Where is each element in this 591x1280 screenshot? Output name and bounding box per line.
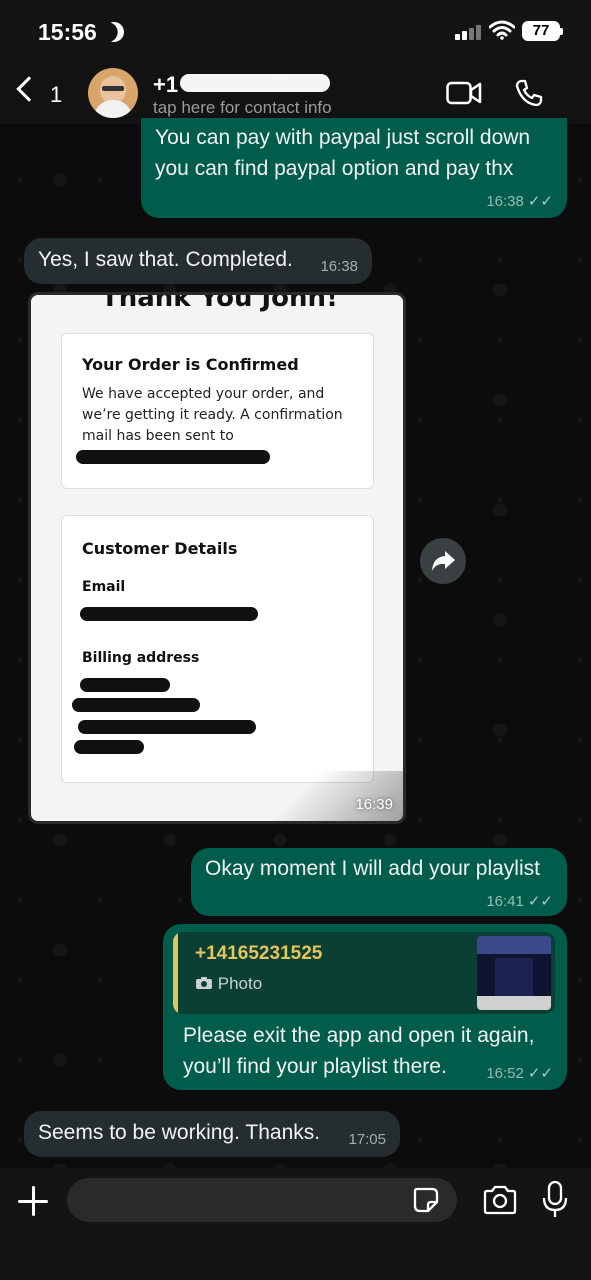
phone-call-icon[interactable]: [514, 78, 544, 108]
status-bar: 15:56 77: [0, 0, 591, 62]
microphone-icon[interactable]: [540, 1180, 570, 1220]
back-button[interactable]: 1: [14, 76, 66, 110]
name-redaction: [180, 74, 330, 92]
image-heading: Thank You John!: [101, 292, 338, 313]
unread-count: 1: [50, 82, 63, 107]
order-text: we’re getting it ready. A confirmation: [82, 407, 343, 423]
message-time: 16:39: [355, 796, 393, 813]
read-receipt-icon: ✓✓: [527, 893, 553, 910]
image-message[interactable]: Thank You John! Your Order is Confirmed …: [28, 292, 406, 824]
message-text: you can find paypal option and pay thx: [155, 157, 514, 180]
message-text: you’ll find your playlist there.: [183, 1055, 447, 1078]
customer-title: Customer Details: [82, 539, 238, 558]
camera-icon[interactable]: [482, 1184, 518, 1216]
wifi-icon: [489, 20, 515, 40]
message-text: Okay moment I will add your playlist: [205, 857, 540, 880]
redacted-email: [80, 607, 258, 621]
redacted-address: [72, 698, 200, 712]
camera-small-icon: [196, 977, 212, 989]
contact-name[interactable]: +1: [153, 72, 178, 98]
forward-button[interactable]: [420, 538, 466, 584]
redacted-address: [80, 678, 170, 692]
redacted-address: [74, 740, 144, 754]
redacted-email: [76, 450, 270, 464]
quoted-thumbnail: [477, 936, 551, 1010]
message-time: 17:05: [348, 1131, 386, 1148]
message-time: 16:38: [320, 258, 358, 275]
message-text: You can pay with paypal just scroll down: [155, 126, 531, 149]
message-text: Please exit the app and open it again,: [183, 1024, 535, 1047]
billing-label: Billing address: [82, 650, 200, 666]
order-card: Your Order is Confirmed We have accepted…: [61, 333, 374, 489]
quoted-sender: +14165231525: [195, 943, 323, 964]
order-text: mail has been sent to: [82, 428, 234, 444]
moon-icon: [101, 19, 127, 45]
quoted-kind: Photo: [217, 974, 263, 993]
battery-level: 77: [532, 22, 550, 39]
chevron-left-icon: [16, 76, 42, 102]
avatar[interactable]: [88, 68, 138, 118]
message-outgoing[interactable]: You can pay with paypal just scroll down…: [141, 118, 567, 218]
order-title: Your Order is Confirmed: [82, 355, 299, 374]
customer-card: Customer Details Email Billing address: [61, 515, 374, 783]
video-call-icon[interactable]: [446, 80, 482, 106]
sticker-icon[interactable]: [412, 1186, 440, 1214]
email-label: Email: [82, 579, 126, 595]
message-text: Seems to be working. Thanks.: [38, 1121, 321, 1144]
message-input[interactable]: [67, 1178, 457, 1222]
composer-bar: [0, 1168, 591, 1280]
contact-info-hint[interactable]: tap here for contact info: [153, 98, 332, 118]
quoted-message[interactable]: +14165231525 Photo: [173, 932, 555, 1014]
message-time: 16:38: [486, 193, 524, 210]
order-text: We have accepted your order, and: [82, 386, 325, 402]
message-outgoing[interactable]: Okay moment I will add your playlist 16:…: [191, 848, 567, 916]
signal-icon: [455, 24, 481, 40]
forward-icon: [432, 551, 455, 571]
redacted-address: [78, 720, 256, 734]
plus-button[interactable]: [16, 1184, 50, 1218]
battery-icon: 77: [522, 21, 563, 41]
message-outgoing-reply[interactable]: +14165231525 Photo Please exit the app a…: [163, 924, 567, 1090]
chat-header: 1 +1 tap here for contact info: [0, 62, 591, 124]
message-incoming[interactable]: Seems to be working. Thanks. 17:05: [24, 1111, 400, 1157]
message-time: 16:41: [486, 893, 524, 910]
status-time: 15:56: [38, 19, 97, 45]
message-incoming[interactable]: Yes, I saw that. Completed. 16:38: [24, 238, 372, 284]
read-receipt-icon: ✓✓: [527, 193, 553, 210]
message-time: 16:52: [486, 1065, 524, 1082]
message-text: Yes, I saw that. Completed.: [38, 248, 293, 271]
read-receipt-icon: ✓✓: [527, 1065, 553, 1082]
